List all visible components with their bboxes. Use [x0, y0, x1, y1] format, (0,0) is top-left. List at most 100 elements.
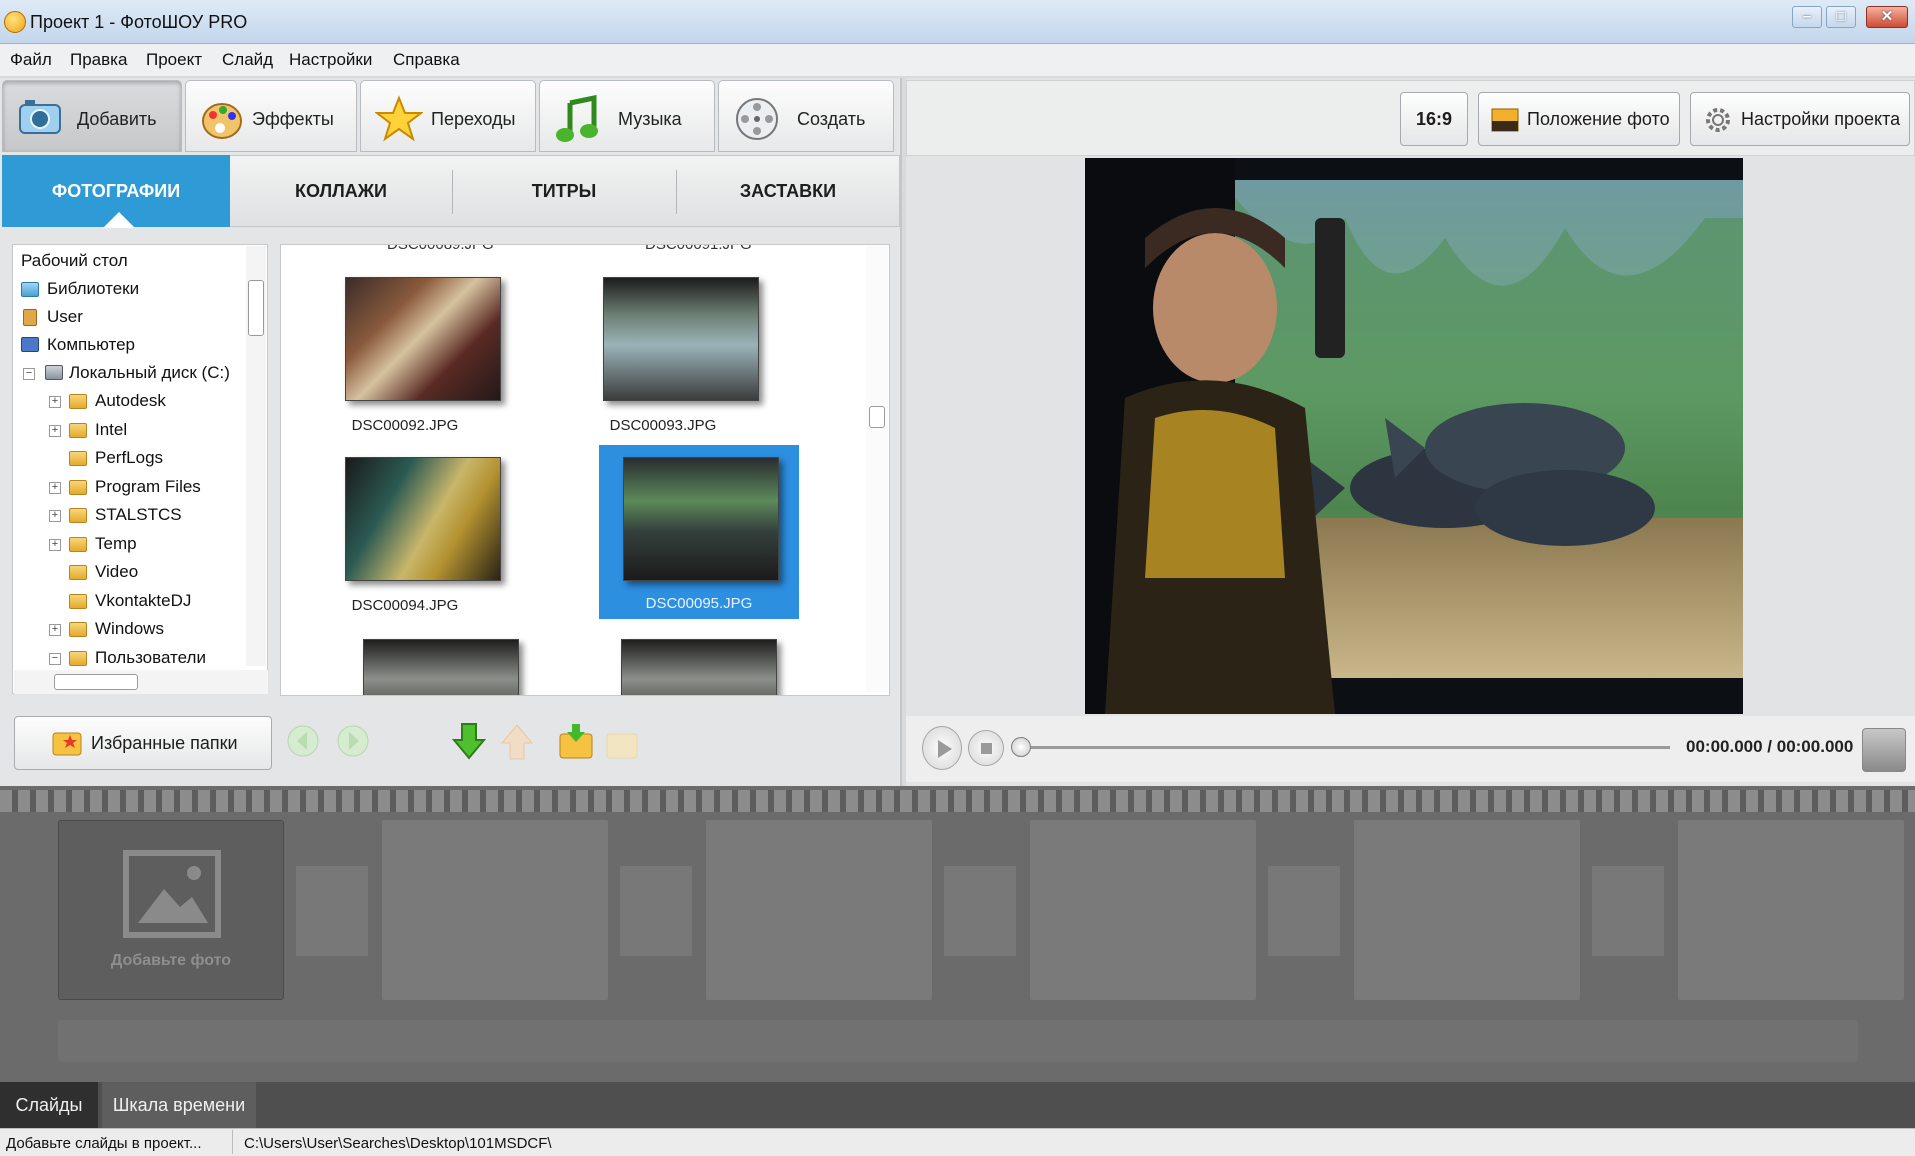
- tree-label: Локальный диск (C:): [69, 363, 230, 382]
- subtab-collages[interactable]: КОЛЛАЖИ: [232, 155, 450, 227]
- photo-thumbnail-partial[interactable]: [363, 639, 519, 695]
- expand-icon[interactable]: +: [49, 424, 61, 437]
- thumbnail-item[interactable]: DSC00093.JPG: [603, 277, 799, 453]
- menu-settings[interactable]: Настройки: [289, 50, 372, 70]
- tab-slides[interactable]: Слайды: [0, 1082, 98, 1128]
- time-display: 00:00.000 / 00:00.000: [1686, 737, 1854, 756]
- tree-item-folder[interactable]: + STALSTCS: [21, 505, 261, 527]
- tree-item-folder[interactable]: + Autodesk: [21, 391, 261, 413]
- collapse-icon[interactable]: −: [23, 368, 35, 380]
- tree-vertical-scrollbar[interactable]: [246, 246, 266, 666]
- tab-effects[interactable]: Эффекты: [185, 80, 357, 152]
- empty-slide-slot[interactable]: [382, 820, 608, 1000]
- folder-icon[interactable]: [604, 722, 638, 760]
- stop-button[interactable]: [968, 730, 1004, 766]
- tab-add[interactable]: Добавить: [2, 80, 182, 152]
- photo-thumbnail: [345, 277, 501, 401]
- scroll-thumb[interactable]: [54, 674, 138, 690]
- scroll-thumb[interactable]: [248, 280, 264, 336]
- transition-slot[interactable]: [620, 866, 692, 956]
- app-icon: [4, 11, 26, 33]
- empty-slide-slot[interactable]: [1678, 820, 1904, 1000]
- project-settings-button[interactable]: Настройки проекта: [1690, 92, 1910, 146]
- transition-slot[interactable]: [1268, 866, 1340, 956]
- tree-item-folder[interactable]: + Intel: [21, 420, 261, 442]
- music-track-bar[interactable]: [58, 1020, 1858, 1062]
- gear-icon: [1706, 108, 1730, 132]
- expand-icon[interactable]: +: [49, 481, 61, 494]
- aspect-ratio-button[interactable]: 16:9: [1400, 92, 1468, 146]
- expand-icon[interactable]: +: [49, 624, 61, 636]
- subtab-intros[interactable]: ЗАСТАВКИ: [677, 155, 899, 227]
- add-folder-icon[interactable]: [558, 722, 593, 760]
- tree-item-folder[interactable]: + Temp: [21, 534, 261, 556]
- fullscreen-button[interactable]: [1862, 728, 1906, 772]
- playback-track[interactable]: [1020, 746, 1670, 749]
- camera-icon: [19, 100, 61, 134]
- minimize-button[interactable]: –: [1792, 6, 1822, 28]
- play-button[interactable]: [922, 726, 962, 770]
- scroll-thumb[interactable]: [869, 406, 885, 428]
- menu-edit[interactable]: Правка: [70, 50, 127, 70]
- tree-item-folder[interactable]: Video: [21, 562, 261, 584]
- menu-help[interactable]: Справка: [393, 50, 460, 70]
- menu-file[interactable]: Файл: [10, 50, 52, 70]
- favorite-folders-button[interactable]: Избранные папки: [14, 716, 272, 770]
- photo-position-button[interactable]: Положение фото: [1478, 92, 1680, 146]
- back-arrow-icon[interactable]: [286, 722, 320, 760]
- tree-label: VkontakteDJ: [95, 590, 192, 610]
- thumbnail-item[interactable]: DSC00094.JPG: [345, 457, 541, 633]
- expand-icon[interactable]: +: [49, 396, 61, 408]
- empty-slide-slot[interactable]: [1030, 820, 1256, 1000]
- photo-position-label: Положение фото: [1527, 109, 1670, 129]
- subtab-titles[interactable]: ТИТРЫ: [453, 155, 675, 227]
- photo-thumbnail: [603, 277, 759, 401]
- menu-project[interactable]: Проект: [146, 50, 202, 70]
- tree-item-folder[interactable]: + Program Files: [21, 477, 261, 499]
- add-down-arrow-icon[interactable]: [451, 722, 487, 760]
- tree-label: Windows: [95, 619, 164, 638]
- transition-slot[interactable]: [296, 866, 368, 956]
- empty-slide-slot[interactable]: [1354, 820, 1580, 1000]
- up-arrow-icon[interactable]: [500, 722, 534, 760]
- tree-item-folder[interactable]: VkontakteDJ: [21, 591, 261, 613]
- project-settings-label: Настройки проекта: [1741, 109, 1901, 129]
- tree-item-folder[interactable]: − Пользователи: [21, 648, 261, 670]
- tree-item-computer[interactable]: Компьютер: [21, 335, 261, 357]
- tree-item-local-disk[interactable]: − Локальный диск (C:): [21, 363, 261, 385]
- image-placeholder-icon: [123, 850, 221, 938]
- tab-music[interactable]: Музыка: [539, 80, 715, 152]
- playback-slider-thumb[interactable]: [1011, 737, 1031, 757]
- collapse-icon[interactable]: −: [49, 652, 61, 665]
- photo-thumbnail-partial[interactable]: [621, 639, 777, 695]
- expand-icon[interactable]: +: [49, 538, 61, 551]
- transition-slot[interactable]: [1592, 866, 1664, 956]
- menu-slide[interactable]: Слайд: [222, 50, 273, 70]
- folder-icon: [69, 622, 87, 637]
- maximize-button[interactable]: □: [1826, 6, 1856, 28]
- title-bar: [0, 0, 1915, 44]
- add-photo-label: Добавьте фото: [110, 952, 232, 969]
- empty-slide-slot[interactable]: [706, 820, 932, 1000]
- film-reel-icon: [736, 98, 778, 140]
- tree-item-folder[interactable]: PerfLogs: [21, 448, 261, 470]
- folder-icon: [69, 451, 87, 466]
- tree-item-folder[interactable]: + Windows: [21, 619, 261, 641]
- add-photo-slot[interactable]: [58, 820, 284, 1000]
- tab-transitions[interactable]: Переходы: [360, 80, 536, 152]
- tree-horizontal-scrollbar[interactable]: [14, 670, 268, 694]
- thumbnail-scrollbar[interactable]: [866, 246, 888, 692]
- folder-icon: [69, 593, 87, 609]
- forward-arrow-icon[interactable]: [336, 722, 370, 760]
- tab-timeline[interactable]: Шкала времени: [102, 1082, 256, 1128]
- tree-item-user[interactable]: User: [21, 307, 261, 329]
- thumbnail-item-selected[interactable]: DSC00095.JPG: [599, 445, 799, 619]
- status-path: C:\Users\User\Searches\Desktop\101MSDCF\: [244, 1135, 552, 1152]
- folder-tree: Рабочий стол Библиотеки User Компьютер −…: [12, 244, 268, 694]
- close-button[interactable]: ✕: [1866, 6, 1908, 28]
- expand-icon[interactable]: +: [49, 510, 61, 522]
- tree-item-desktop[interactable]: Рабочий стол: [21, 251, 128, 271]
- thumbnail-item[interactable]: DSC00092.JPG: [345, 277, 541, 453]
- transition-slot[interactable]: [944, 866, 1016, 956]
- tab-create[interactable]: Создать: [718, 80, 894, 152]
